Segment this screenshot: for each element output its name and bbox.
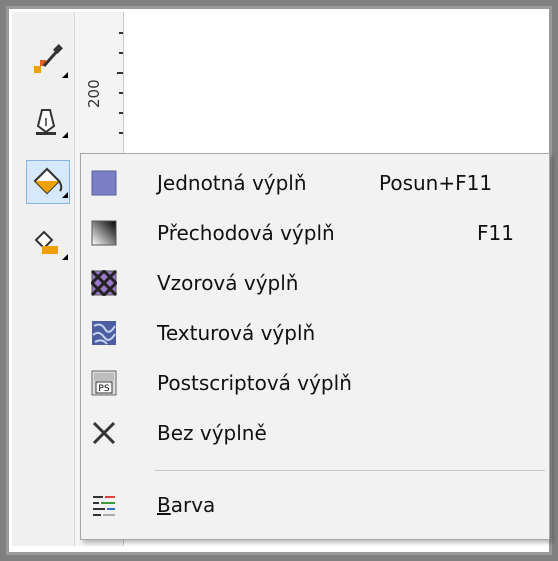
menu-item-uniform-fill[interactable]: Jednotná výplň Posun+F11 (81, 160, 549, 207)
pen-nib-icon (36, 109, 68, 138)
outline-tool[interactable] (26, 100, 70, 144)
mnemonic-letter: B (157, 493, 171, 517)
uniform-fill-icon (91, 170, 117, 196)
menu-separator (155, 470, 545, 471)
menu-item-pattern-fill[interactable]: Vzorová výplň (81, 260, 549, 307)
pattern-fill-icon (91, 270, 117, 296)
menu-item-label: Texturová výplň (157, 321, 316, 345)
menu-item-label: Bez výplně (157, 421, 267, 445)
ruler-tick (119, 32, 123, 34)
fill-flyout-menu: Jednotná výplň Posun+F11 Přechodová výpl… (80, 153, 550, 540)
ruler-tick (119, 112, 123, 114)
menu-item-postscript-fill[interactable]: PS Postscriptová výplň (81, 360, 549, 407)
postscript-fill-icon: PS (91, 370, 117, 396)
paint-bucket-icon (33, 167, 68, 198)
menu-item-fountain-fill[interactable]: Přechodová výplň F11 (81, 210, 549, 257)
menu-item-label: Postscriptová výplň (157, 371, 352, 395)
menu-item-label-rest: arva (170, 493, 216, 517)
no-fill-icon (92, 421, 116, 445)
texture-fill-icon (92, 321, 116, 345)
eyedropper-icon (34, 44, 68, 78)
svg-text:PS: PS (98, 384, 109, 394)
menu-item-label: Jednotná výplň (157, 171, 307, 195)
color-docker-icon (93, 496, 115, 516)
ruler-label: 200 (85, 79, 103, 108)
menu-item-shortcut: F11 (477, 221, 514, 245)
menu-item-color[interactable]: Barva (81, 482, 549, 529)
interactive-fill-tool[interactable] (26, 222, 70, 266)
interactive-fill-icon (34, 230, 68, 260)
menu-item-label: Přechodová výplň (157, 221, 335, 245)
menu-item-label: Barva (157, 493, 215, 517)
ruler-tick (117, 72, 123, 74)
fountain-fill-icon (91, 220, 117, 246)
ruler-tick (119, 52, 123, 54)
toolbox (12, 12, 75, 546)
eyedropper-tool[interactable] (26, 40, 70, 84)
fill-tool[interactable] (26, 160, 70, 204)
menu-item-shortcut: Posun+F11 (379, 171, 493, 195)
ruler-tick (119, 132, 123, 134)
ruler-tick (119, 92, 123, 94)
menu-item-no-fill[interactable]: Bez výplně (81, 410, 549, 457)
menu-item-texture-fill[interactable]: Texturová výplň (81, 310, 549, 357)
menu-item-label: Vzorová výplň (157, 271, 299, 295)
